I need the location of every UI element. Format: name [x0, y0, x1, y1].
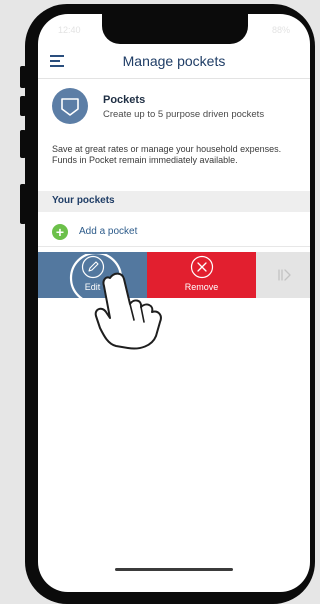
- pocket-info-subtitle: Create up to 5 purpose driven pockets: [103, 109, 265, 120]
- status-indicators: 88%: [271, 25, 290, 35]
- home-indicator: [115, 568, 233, 571]
- pocket-info-title: Pockets: [103, 94, 146, 106]
- add-pocket-label: Add a pocket: [79, 226, 138, 237]
- tap-hand-icon: [69, 254, 162, 350]
- section-header: Your pockets: [38, 191, 310, 212]
- notch: [102, 14, 248, 44]
- status-time: 12:40: [58, 25, 81, 35]
- section-title: Your pockets: [52, 195, 115, 206]
- add-pocket-button[interactable]: + Add a pocket: [38, 218, 310, 247]
- pocket-description: Save at great rates or manage your house…: [52, 144, 282, 165]
- shield-icon: [52, 88, 88, 124]
- app-header: Manage pockets: [38, 44, 310, 79]
- plus-icon: +: [52, 224, 68, 240]
- close-icon: [190, 255, 214, 279]
- chevron-right-icon: [278, 269, 291, 281]
- pocket-row[interactable]: [256, 252, 310, 298]
- page-title: Manage pockets: [122, 53, 226, 69]
